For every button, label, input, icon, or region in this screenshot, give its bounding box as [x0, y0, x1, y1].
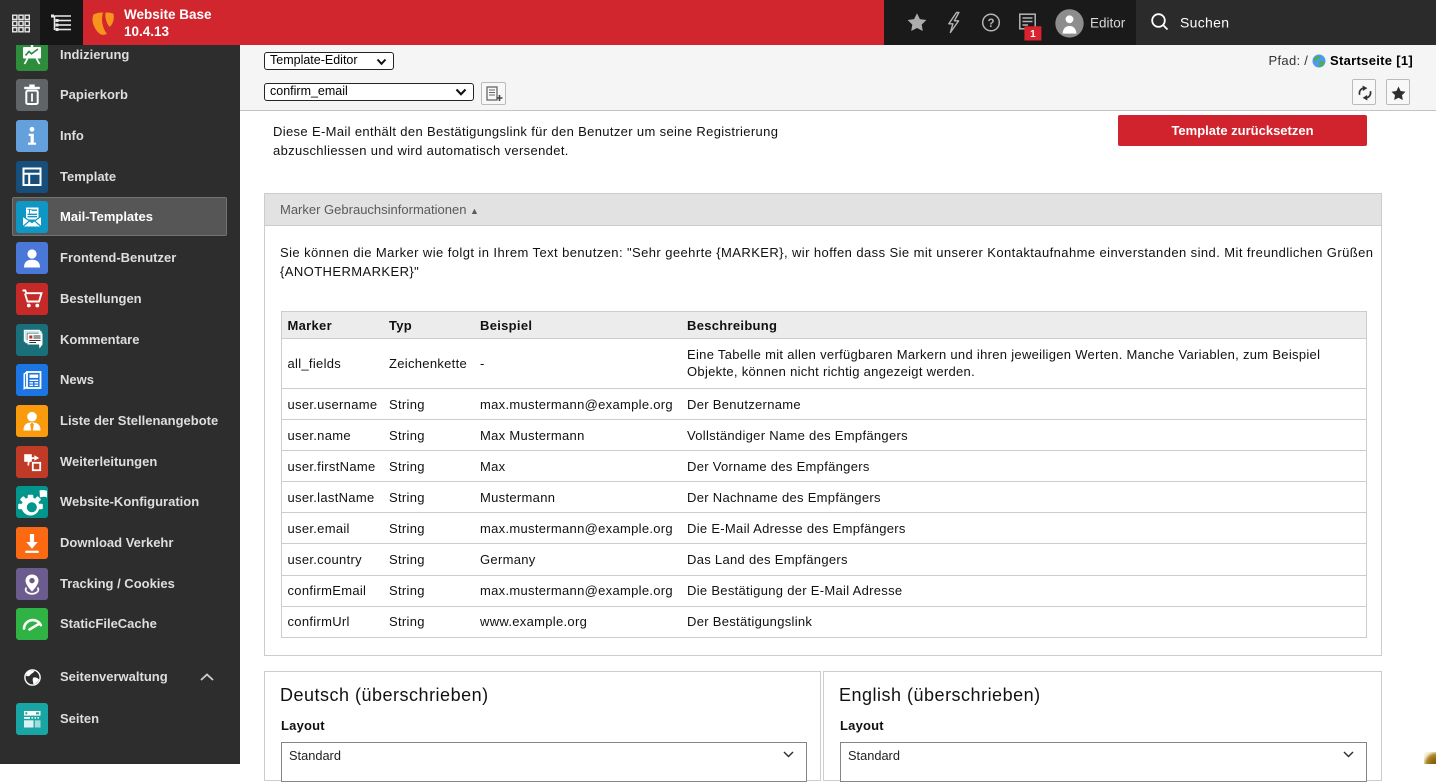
- svg-text:?: ?: [987, 18, 994, 30]
- svg-text:1: 1: [1030, 29, 1036, 40]
- svg-text:Suchen: Suchen: [1180, 15, 1229, 31]
- svg-text:Editor: Editor: [1090, 16, 1126, 31]
